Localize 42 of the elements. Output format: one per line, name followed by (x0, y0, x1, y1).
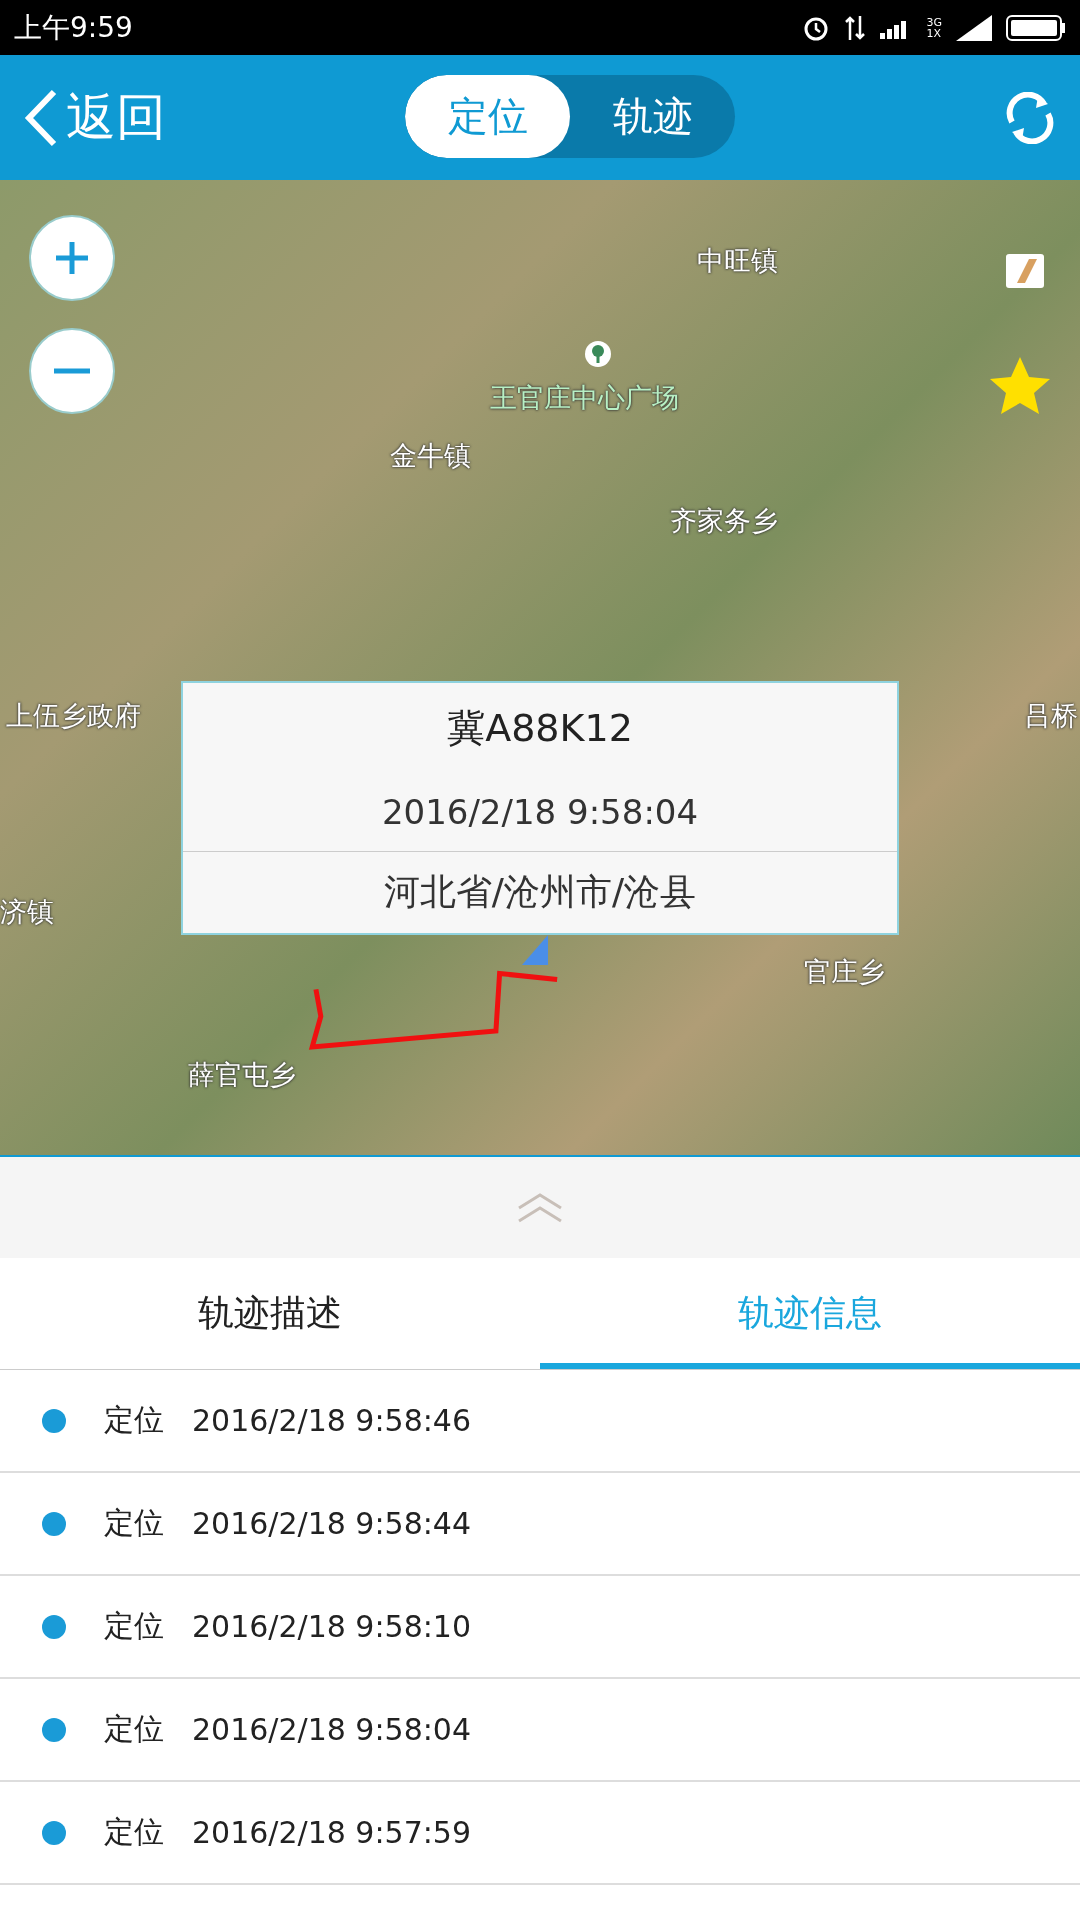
record-time: 2016/2/18 9:57:59 (192, 1815, 471, 1850)
network-type: 3G 1X (926, 16, 942, 39)
plate-number: 冀A88K12 (446, 704, 634, 752)
record-type: 定位 (104, 1504, 164, 1542)
data-arrows-icon (844, 13, 867, 42)
map-label: 吕桥 (1024, 699, 1078, 733)
signal-icon (956, 14, 992, 41)
refresh-icon (1004, 91, 1056, 144)
record-time: 2016/2/18 9:58:44 (192, 1506, 471, 1541)
map-label: 上伍乡政府 (6, 699, 141, 733)
record-type: 定位 (104, 1813, 164, 1851)
map-label: 王官庄中心广场 (490, 381, 679, 415)
map-label: 济镇 (0, 895, 54, 929)
map-label: 官庄乡 (804, 955, 885, 989)
layers-icon (1005, 253, 1045, 289)
refresh-button[interactable] (1004, 91, 1056, 144)
map-label: 齐家务乡 (670, 504, 778, 538)
mode-tab[interactable]: 轨迹 (570, 75, 735, 158)
record-row[interactable]: 定位 2016/2/18 9:58:46 (0, 1370, 1080, 1473)
record-time: 2016/2/18 9:58:04 (192, 1712, 471, 1747)
popup-time: 2016/2/18 9:58:04 (380, 791, 700, 834)
record-row[interactable]: 定位 2016/2/18 9:57:59 (0, 1782, 1080, 1885)
popup-address: 河北省/沧州市/沧县 (183, 851, 897, 933)
record-type: 定位 (104, 1607, 164, 1645)
map-label: 薛官屯乡 (188, 1058, 296, 1092)
double-chevron-up-icon (517, 1191, 563, 1224)
minus-icon (52, 367, 92, 375)
map-label: 中旺镇 (697, 244, 778, 278)
record-time: 2016/2/18 9:58:46 (192, 1403, 471, 1438)
expand-handle[interactable] (0, 1157, 1080, 1258)
record-row[interactable]: 定位 2016/2/18 9:58:10 (0, 1576, 1080, 1679)
record-type: 定位 (104, 1401, 164, 1439)
record-type: 定位 (104, 1710, 164, 1748)
battery-icon (1006, 14, 1066, 41)
map-label: 金牛镇 (390, 439, 471, 473)
chevron-left-icon (24, 88, 58, 147)
park-icon (584, 340, 612, 368)
record-time: 2016/2/18 9:58:10 (192, 1609, 471, 1644)
status-time: 上午9:59 (14, 9, 133, 46)
star-icon (988, 355, 1052, 417)
record-row[interactable]: 定位 2016/2/18 9:58:44 (0, 1473, 1080, 1576)
record-row[interactable]: 定位 2016/2/18 9:58:04 (0, 1679, 1080, 1782)
